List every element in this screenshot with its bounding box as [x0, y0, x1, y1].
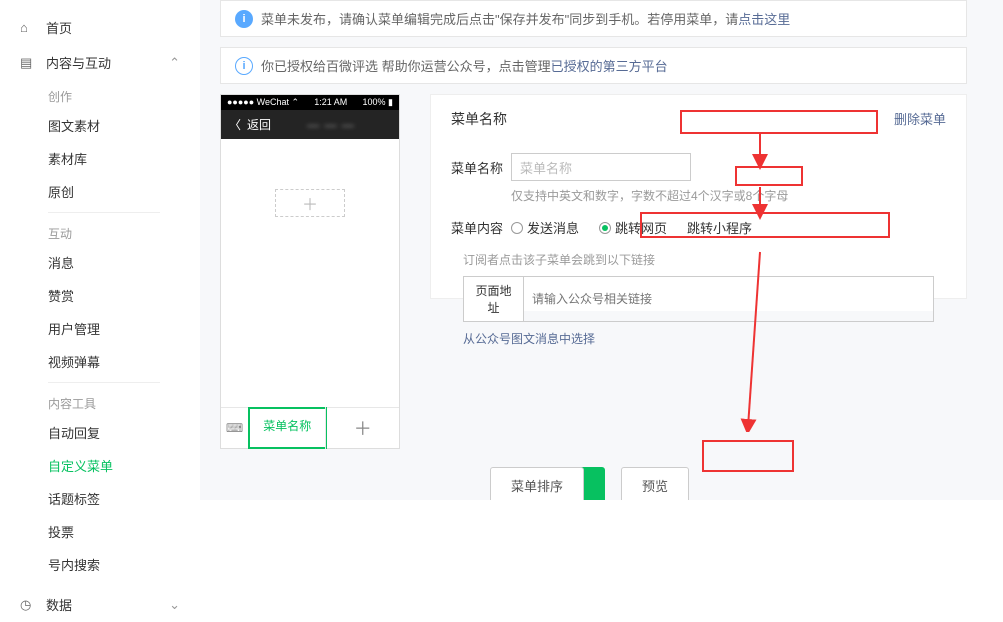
menu-tab-active[interactable]: 菜单名称: [248, 407, 327, 449]
tip-auth-text: 你已授权给百微评选 帮助你运营公众号，点击管理: [261, 56, 551, 75]
back-label: 返回: [247, 116, 271, 133]
time: 1:21 AM: [314, 97, 347, 108]
opt-label: 跳转网页: [615, 218, 667, 237]
sidebar-item-articles[interactable]: 图文素材: [0, 109, 200, 142]
info-icon: i: [235, 10, 253, 28]
name-hint: 仅支持中英文和数字，字数不超过4个汉字或8个字母: [511, 187, 946, 204]
group-tools: 内容工具: [0, 387, 200, 416]
sidebar-item-vote[interactable]: 投票: [0, 515, 200, 548]
sidebar-item-assets[interactable]: 素材库: [0, 142, 200, 175]
menu-name-input[interactable]: [511, 153, 691, 181]
tip-disable-link[interactable]: 点击这里: [738, 9, 790, 28]
radio-miniprogram[interactable]: 跳转小程序: [687, 218, 752, 237]
sidebar-item-autoreply[interactable]: 自动回复: [0, 416, 200, 449]
opt-label: 发送消息: [527, 218, 579, 237]
sidebar-item-danmu[interactable]: 视频弹幕: [0, 345, 200, 378]
plus-icon: ＋: [275, 189, 345, 217]
battery: 100% ▮: [363, 97, 393, 108]
menu-form: 菜单名称 删除菜单 菜单名称 仅支持中英文和数字，字数不超过4个汉字或8个字母 …: [430, 94, 967, 299]
tip-auth-link[interactable]: 已授权的第三方平台: [551, 56, 668, 75]
keyboard-icon[interactable]: ⌨: [221, 408, 249, 448]
sidebar-item-users[interactable]: 用户管理: [0, 312, 200, 345]
footer-actions: 菜单排序 保存并发布 预览: [220, 467, 967, 500]
phone-body: ＋: [221, 139, 399, 407]
add-submenu[interactable]: ＋: [221, 189, 399, 217]
content-icon: ▤: [20, 55, 38, 71]
divider: [48, 382, 160, 383]
url-label: 页面地址: [464, 277, 524, 321]
chevron-down-icon: ⌄: [169, 597, 180, 613]
home-icon: ⌂: [20, 20, 38, 35]
add-menu-tab[interactable]: ＋: [325, 407, 401, 449]
sidebar-item-topics[interactable]: 话题标签: [0, 482, 200, 515]
group-create: 创作: [0, 80, 200, 109]
sidebar-section-data[interactable]: ◷ 数据 ⌄: [0, 587, 200, 622]
phone-header: 〈 返回 — — —: [221, 110, 399, 139]
sidebar-item-messages[interactable]: 消息: [0, 246, 200, 279]
back-icon: 〈: [229, 116, 241, 133]
sidebar-item-original[interactable]: 原创: [0, 175, 200, 208]
delete-menu-link[interactable]: 删除菜单: [894, 109, 946, 129]
group-interact: 互动: [0, 217, 200, 246]
sidebar: ⌂ 首页 ▤ 内容与互动 ⌃ 创作 图文素材 素材库 原创 互动 消息 赞赏 用…: [0, 0, 200, 500]
url-input[interactable]: [524, 287, 933, 311]
sidebar-item-home[interactable]: ⌂ 首页: [0, 10, 200, 45]
form-title: 菜单名称: [451, 109, 507, 129]
tip-unpublished: i 菜单未发布，请确认菜单编辑完成后点击"保存并发布"同步到手机。若停用菜单，请…: [220, 0, 967, 37]
sidebar-item-custommenu[interactable]: 自定义菜单: [0, 449, 200, 482]
pick-article-link[interactable]: 从公众号图文消息中选择: [463, 330, 946, 347]
data-icon: ◷: [20, 597, 38, 613]
radio-jump-url[interactable]: 跳转网页: [599, 218, 667, 237]
sidebar-section-content[interactable]: ▤ 内容与互动 ⌃: [0, 45, 200, 80]
opt-label: 跳转小程序: [687, 218, 752, 237]
sidebar-item-search[interactable]: 号内搜索: [0, 548, 200, 581]
main-content: i 菜单未发布，请确认菜单编辑完成后点击"保存并发布"同步到手机。若停用菜单，请…: [200, 0, 1003, 500]
phone-preview: ●●●●● WeChat ⌃ 1:21 AM 100% ▮ 〈 返回 — — —…: [220, 94, 400, 449]
sidebar-item-reward[interactable]: 赞赏: [0, 279, 200, 312]
tip-text: 菜单未发布，请确认菜单编辑完成后点击"保存并发布"同步到手机。若停用菜单，请: [261, 9, 738, 28]
home-label: 首页: [46, 18, 72, 37]
phone-title: — — —: [307, 118, 355, 132]
reorder-button[interactable]: 菜单排序: [490, 467, 584, 500]
preview-button[interactable]: 预览: [621, 467, 689, 500]
carrier: ●●●●● WeChat ⌃: [227, 97, 299, 108]
info-icon: i: [235, 57, 253, 75]
url-note: 订阅者点击该子菜单会跳到以下链接: [463, 251, 946, 268]
data-label: 数据: [46, 595, 72, 614]
divider: [48, 212, 160, 213]
content-label: 菜单内容: [451, 218, 511, 237]
url-row: 页面地址: [463, 276, 934, 322]
phone-statusbar: ●●●●● WeChat ⌃ 1:21 AM 100% ▮: [221, 95, 399, 110]
name-label: 菜单名称: [451, 158, 511, 177]
section-label: 内容与互动: [46, 53, 111, 72]
chevron-up-icon: ⌃: [169, 55, 180, 71]
tip-auth: i 你已授权给百微评选 帮助你运营公众号，点击管理 已授权的第三方平台: [220, 47, 967, 84]
radio-send-message[interactable]: 发送消息: [511, 218, 579, 237]
